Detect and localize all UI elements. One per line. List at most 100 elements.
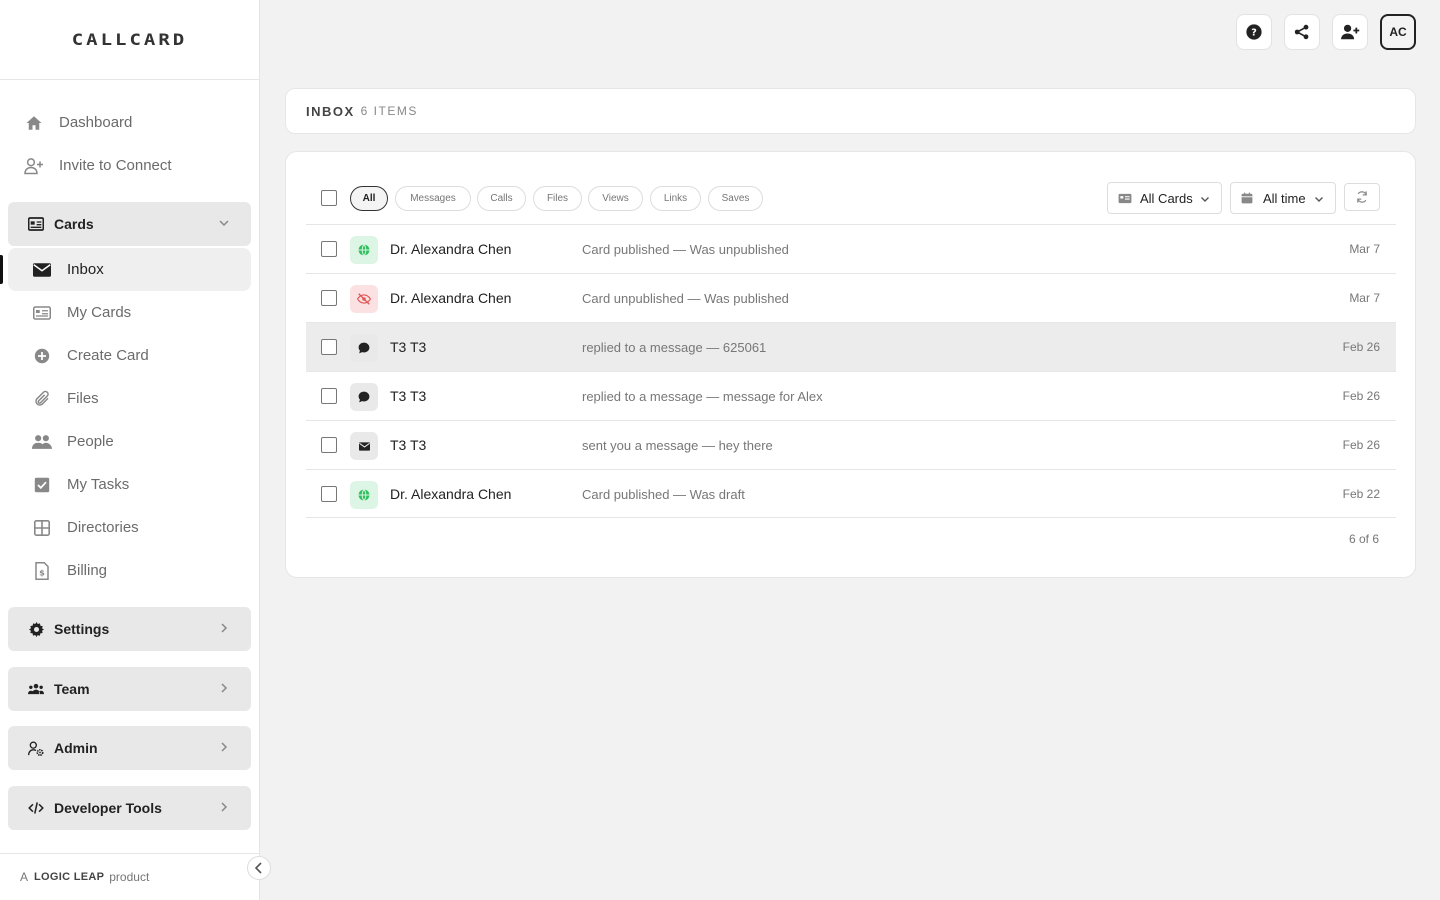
cards-section-header[interactable]: Cards: [8, 202, 251, 246]
logo-area: CALLCARD: [0, 0, 259, 80]
row-sender: T3 T3: [390, 339, 427, 355]
refresh-icon: [1357, 191, 1367, 203]
nav-item-label: Dashboard: [59, 114, 133, 131]
inbox-row[interactable]: T3 T3 replied to a message — 625061 Feb …: [306, 322, 1396, 371]
sidebar-item-my-tasks[interactable]: My Tasks: [8, 463, 251, 506]
sidebar-item-label: Billing: [67, 562, 108, 579]
filter-chip-views[interactable]: Views: [588, 186, 643, 211]
team-icon: [28, 681, 44, 697]
row-checkbox[interactable]: [321, 241, 337, 257]
chevron-right-icon: [217, 740, 231, 754]
section-label: Cards: [54, 216, 94, 232]
calendar-icon: [1241, 191, 1255, 205]
inbox-panel: All Messages Calls Files Views Links Sav…: [285, 151, 1416, 578]
svg-text:$: $: [39, 567, 45, 577]
row-checkbox[interactable]: [321, 437, 337, 453]
globe-icon: [350, 481, 378, 509]
inbox-list: Dr. Alexandra Chen Card published — Was …: [306, 224, 1396, 518]
plus-circle-icon: [32, 346, 52, 366]
globe-icon: [350, 236, 378, 264]
row-checkbox[interactable]: [321, 339, 337, 355]
cards-subnav: Inbox My Cards Create Card Files People: [0, 248, 259, 592]
app-logo[interactable]: CALLCARD: [72, 30, 188, 49]
sidebar-item-billing[interactable]: $ Billing: [8, 549, 251, 592]
row-checkbox[interactable]: [321, 388, 337, 404]
inbox-row[interactable]: Dr. Alexandra Chen Card published — Was …: [306, 224, 1396, 273]
card-list-icon: [32, 303, 52, 323]
user-plus-icon: [1340, 24, 1359, 40]
collapse-sidebar-button[interactable]: [247, 856, 271, 880]
row-sender: T3 T3: [390, 437, 427, 453]
row-date: Mar 7: [1349, 291, 1380, 305]
row-sender: Dr. Alexandra Chen: [390, 486, 512, 502]
sidebar-footer: A LOGIC LEAP product: [0, 853, 259, 900]
filter-chip-calls[interactable]: Calls: [477, 186, 526, 211]
sidebar-item-label: People: [67, 433, 114, 450]
select-all-checkbox[interactable]: [321, 190, 337, 206]
user-gear-icon: [28, 740, 44, 756]
row-description: Card unpublished — Was published: [582, 291, 789, 306]
section-label: Admin: [54, 740, 98, 756]
developer-tools-section-header[interactable]: Developer Tools: [8, 786, 251, 830]
pagination-count: 6 of 6: [1348, 532, 1379, 546]
sidebar-item-label: Inbox: [67, 261, 104, 278]
filter-chip-saves[interactable]: Saves: [708, 186, 763, 211]
time-filter-value: All time: [1263, 190, 1306, 206]
svg-text:?: ?: [1251, 28, 1257, 39]
sidebar-item-inbox[interactable]: Inbox: [0, 248, 251, 291]
home-icon: [24, 113, 44, 133]
filter-chip-messages[interactable]: Messages: [395, 186, 471, 211]
nav-item-invite[interactable]: Invite to Connect: [0, 144, 259, 187]
inbox-row[interactable]: T3 T3 sent you a message — hey there Feb…: [306, 420, 1396, 469]
time-filter-dropdown[interactable]: All time: [1230, 182, 1336, 214]
card-filter-dropdown[interactable]: All Cards: [1107, 182, 1222, 214]
sidebar-item-label: Create Card: [67, 347, 149, 364]
section-label: Team: [54, 681, 90, 697]
sidebar-item-files[interactable]: Files: [8, 377, 251, 420]
settings-section-header[interactable]: Settings: [8, 607, 251, 651]
inbox-row[interactable]: T3 T3 replied to a message — message for…: [306, 371, 1396, 420]
help-button[interactable]: ?: [1236, 14, 1272, 50]
nav-item-dashboard[interactable]: Dashboard: [0, 101, 259, 144]
paperclip-icon: [32, 389, 52, 409]
sidebar: CALLCARD Dashboard Invite to Connect Car…: [0, 0, 260, 900]
user-plus-icon: [24, 156, 44, 176]
chevron-down-icon: [217, 216, 231, 230]
inbox-row[interactable]: Dr. Alexandra Chen Card published — Was …: [306, 469, 1396, 518]
inbox-row[interactable]: Dr. Alexandra Chen Card unpublished — Wa…: [306, 273, 1396, 322]
add-user-button[interactable]: [1332, 14, 1368, 50]
sidebar-item-create-card[interactable]: Create Card: [8, 334, 251, 377]
share-icon: [1294, 24, 1309, 40]
row-checkbox[interactable]: [321, 486, 337, 502]
item-count: 6 ITEMS: [360, 104, 418, 118]
chevron-right-icon: [217, 800, 231, 814]
filter-chip-all[interactable]: All: [350, 186, 388, 211]
eye-slash-icon: [350, 285, 378, 313]
team-section-header[interactable]: Team: [8, 667, 251, 711]
sidebar-item-directories[interactable]: Directories: [8, 506, 251, 549]
row-description: Card published — Was unpublished: [582, 242, 789, 257]
chat-bubble-icon: [350, 383, 378, 411]
sidebar-item-people[interactable]: People: [8, 420, 251, 463]
dollar-file-icon: $: [32, 561, 52, 581]
row-description: Card published — Was draft: [582, 487, 745, 502]
sidebar-item-my-cards[interactable]: My Cards: [8, 291, 251, 334]
sidebar-item-label: My Cards: [67, 304, 132, 321]
id-card-icon: [28, 216, 44, 232]
row-sender: T3 T3: [390, 388, 427, 404]
question-circle-icon: ?: [1246, 24, 1262, 40]
row-date: Feb 26: [1342, 438, 1380, 452]
inbox-header: INBOX 6 ITEMS: [285, 88, 1416, 134]
admin-section-header[interactable]: Admin: [8, 726, 251, 770]
share-button[interactable]: [1284, 14, 1320, 50]
row-checkbox[interactable]: [321, 290, 337, 306]
sidebar-item-label: Directories: [67, 519, 139, 536]
filter-chip-links[interactable]: Links: [650, 186, 701, 211]
gear-icon: [28, 621, 44, 637]
refresh-button[interactable]: [1344, 183, 1380, 211]
filter-chip-files[interactable]: Files: [533, 186, 582, 211]
footer-brand[interactable]: LOGIC LEAP: [34, 871, 104, 883]
primary-nav: Dashboard Invite to Connect: [0, 101, 259, 187]
avatar[interactable]: AC: [1380, 14, 1416, 50]
check-square-icon: [32, 475, 52, 495]
